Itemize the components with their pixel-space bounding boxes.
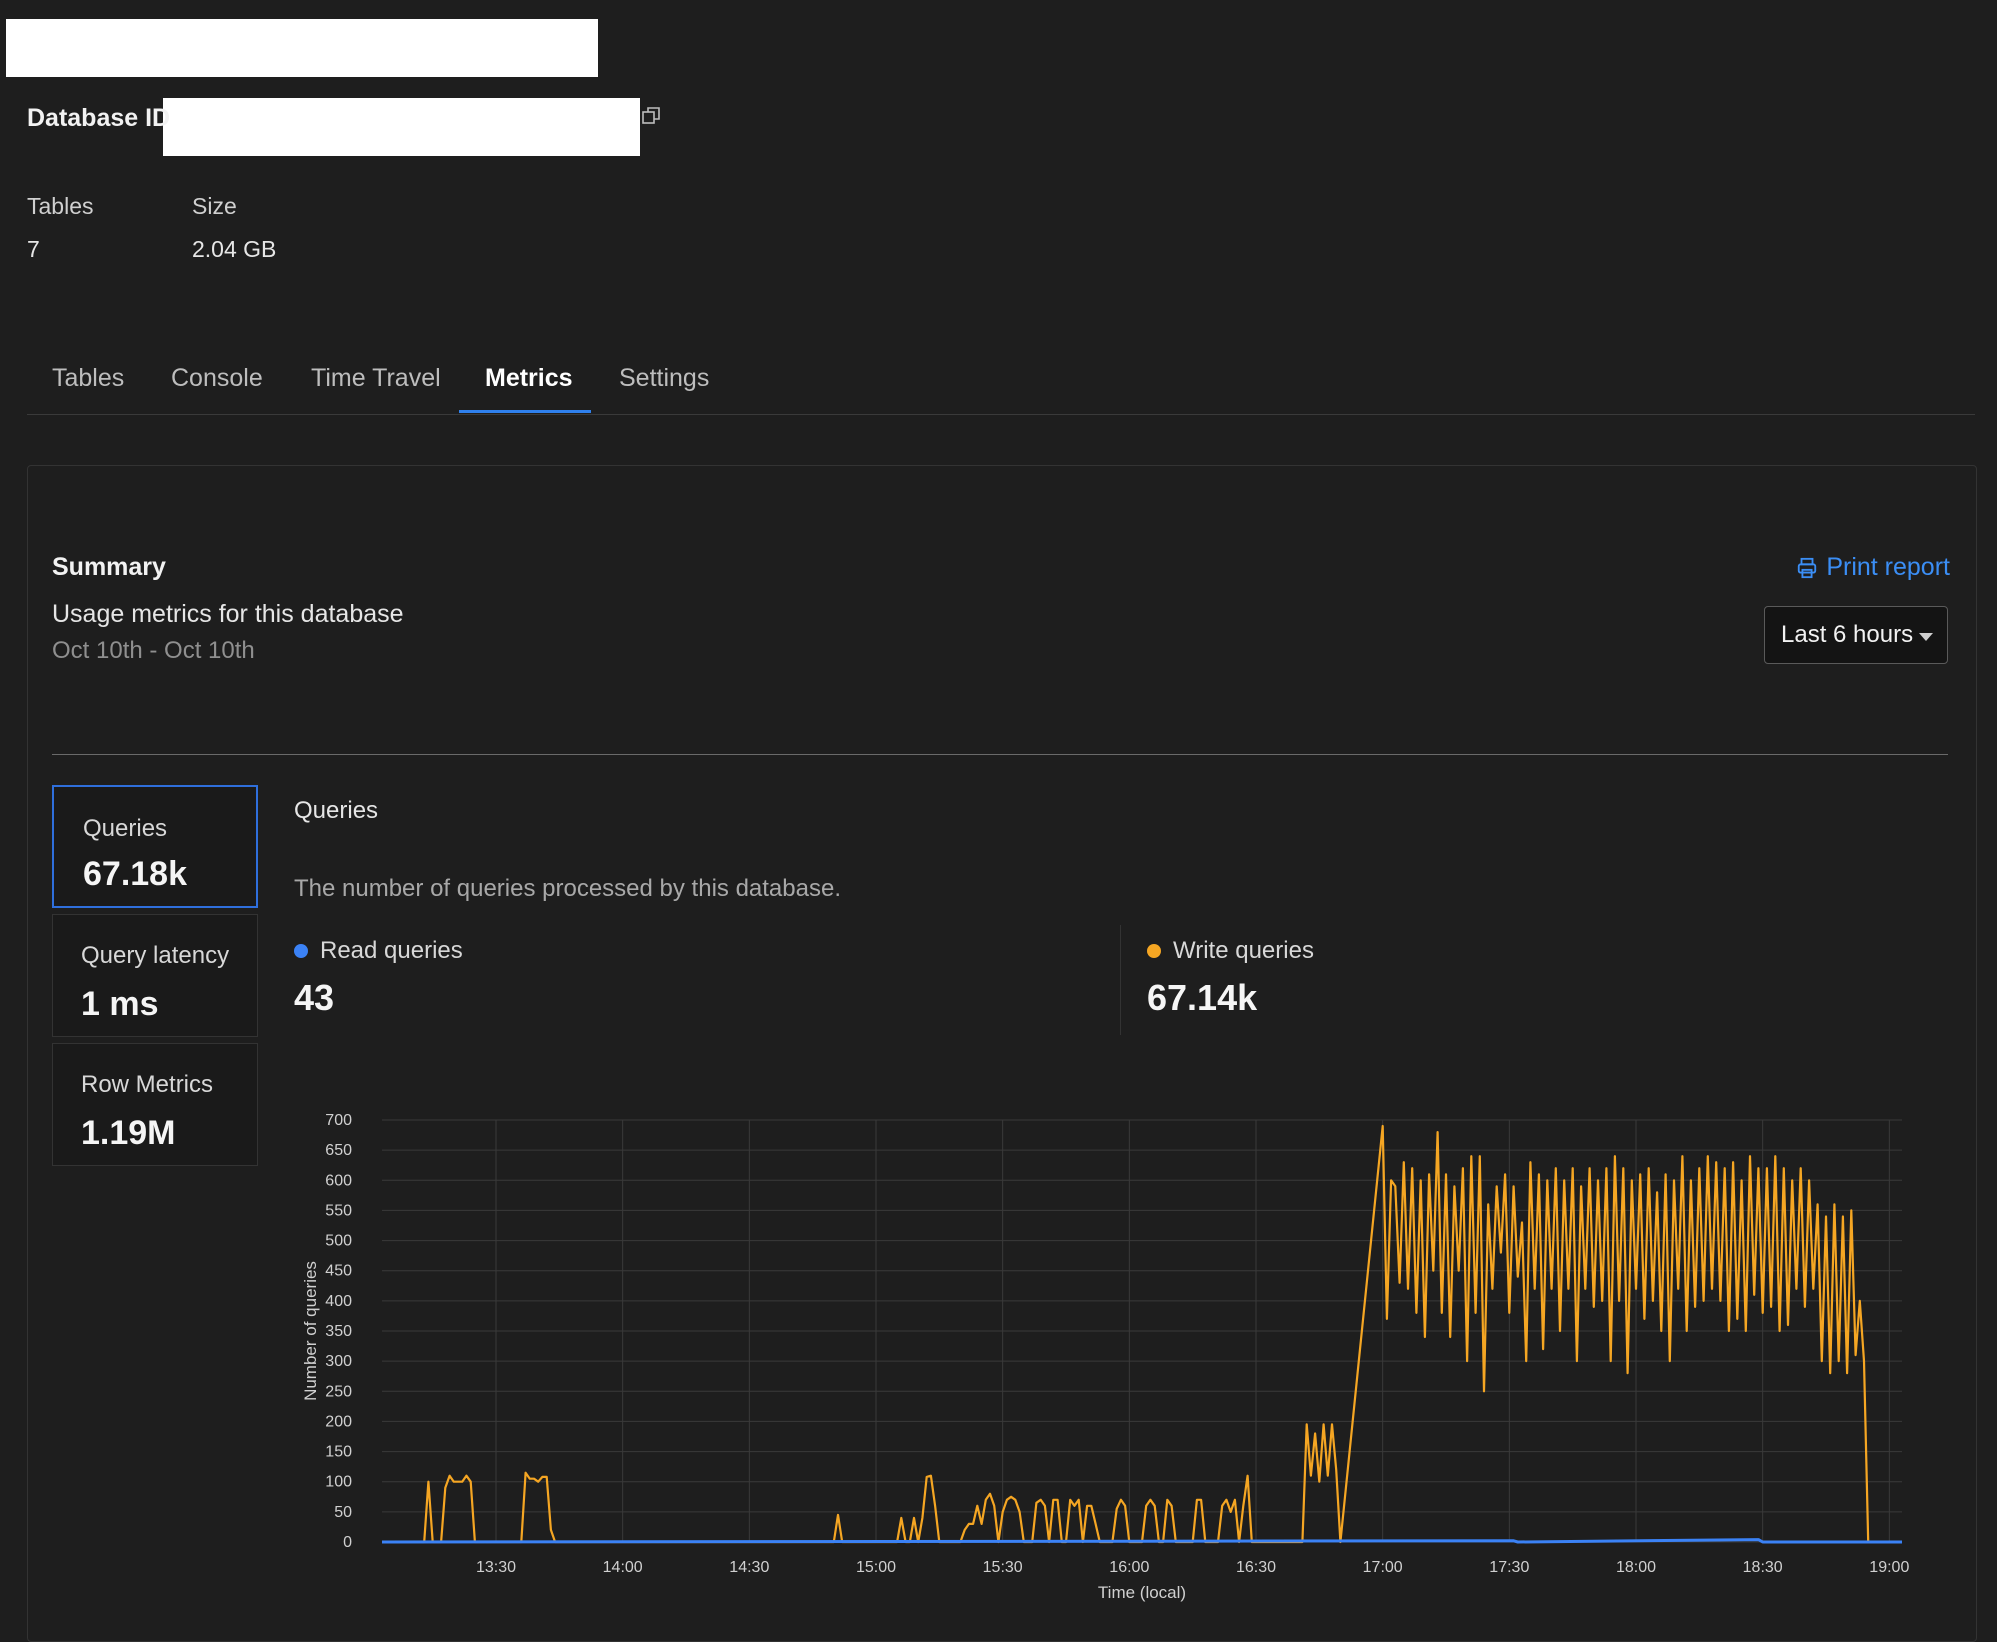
x-tick-label: 17:30 <box>1489 1559 1529 1576</box>
redacted-title <box>6 19 598 77</box>
metric-card-value: 67.18k <box>83 855 187 893</box>
y-tick-label: 50 <box>334 1504 352 1521</box>
stat-size-value: 2.04 GB <box>192 236 277 262</box>
y-tick-label: 500 <box>325 1233 352 1250</box>
y-tick-label: 550 <box>325 1202 352 1219</box>
legend-write-queries: Write queries <box>1147 937 1314 965</box>
legend-write-label: Write queries <box>1173 937 1314 964</box>
x-tick-label: 16:30 <box>1236 1559 1276 1576</box>
tab-bar: Tables Console Time Travel Metrics Setti… <box>27 352 1975 415</box>
metric-card-value: 1.19M <box>81 1114 176 1152</box>
y-tick-label: 350 <box>325 1323 352 1340</box>
time-range-value: Last 6 hours <box>1781 621 1914 648</box>
y-tick-label: 150 <box>325 1444 352 1461</box>
stat-tables-label: Tables <box>27 193 94 219</box>
queries-description: The number of queries processed by this … <box>294 875 841 902</box>
redacted-database-id <box>163 98 640 156</box>
legend-read-label: Read queries <box>320 937 463 964</box>
x-tick-label: 15:00 <box>856 1559 896 1576</box>
x-tick-label: 18:30 <box>1743 1559 1783 1576</box>
y-tick-label: 700 <box>325 1112 352 1129</box>
metric-card-query-latency[interactable]: Query latency 1 ms <box>52 914 258 1037</box>
summary-date-range: Oct 10th - Oct 10th <box>52 637 255 664</box>
y-tick-label: 400 <box>325 1293 352 1310</box>
write-dot-icon <box>1147 944 1161 958</box>
x-tick-label: 19:00 <box>1869 1559 1909 1576</box>
metric-card-value: 1 ms <box>81 985 159 1023</box>
x-tick-label: 14:30 <box>729 1559 769 1576</box>
metric-card-label: Query latency <box>81 942 230 969</box>
metric-card-queries[interactable]: Queries 67.18k <box>52 785 258 908</box>
x-tick-label: 17:00 <box>1363 1559 1403 1576</box>
x-axis-label: Time (local) <box>1098 1583 1186 1602</box>
stat-tables-value: 7 <box>27 236 40 262</box>
y-tick-label: 450 <box>325 1263 352 1280</box>
metric-card-label: Queries <box>83 815 168 842</box>
tab-metrics[interactable]: Metrics <box>485 364 573 393</box>
read-queries-value: 43 <box>294 977 335 1018</box>
write-queries-line <box>382 1124 1902 1544</box>
printer-icon <box>1798 557 1817 578</box>
tab-console[interactable]: Console <box>171 364 263 393</box>
y-tick-label: 300 <box>325 1353 352 1370</box>
x-tick-label: 13:30 <box>476 1559 516 1576</box>
y-tick-label: 0 <box>343 1534 352 1551</box>
y-tick-label: 200 <box>325 1413 352 1430</box>
section-divider <box>52 754 1948 755</box>
print-report-label: Print report <box>1826 553 1950 581</box>
legend-read-queries: Read queries <box>294 937 463 965</box>
y-tick-label: 100 <box>325 1474 352 1491</box>
tab-tables[interactable]: Tables <box>52 364 124 393</box>
metric-card-row-metrics[interactable]: Row Metrics 1.19M <box>52 1043 258 1166</box>
tab-settings[interactable]: Settings <box>619 364 709 393</box>
copy-icon[interactable] <box>640 104 664 128</box>
read-queries-line <box>381 1538 1902 1544</box>
tab-time-travel[interactable]: Time Travel <box>311 364 441 393</box>
metric-card-label: Row Metrics <box>81 1071 214 1098</box>
read-dot-icon <box>294 944 308 958</box>
x-tick-label: 15:30 <box>983 1559 1023 1576</box>
x-tick-label: 14:00 <box>603 1559 643 1576</box>
legend-separator <box>1120 925 1121 1035</box>
summary-title: Summary <box>52 553 166 581</box>
stat-size-label: Size <box>192 193 237 219</box>
y-tick-label: 250 <box>325 1383 352 1400</box>
time-range-select[interactable]: Last 6 hours <box>1764 606 1948 664</box>
database-id-label: Database ID <box>27 104 171 132</box>
write-queries-value: 67.14k <box>1147 977 1258 1018</box>
y-axis-label: Number of queries <box>301 1261 320 1401</box>
print-report-link[interactable]: Print report <box>1796 553 1950 582</box>
chevron-down-icon <box>1919 633 1933 641</box>
summary-subtitle: Usage metrics for this database <box>52 600 404 628</box>
queries-title: Queries <box>294 797 379 824</box>
x-tick-label: 16:00 <box>1109 1559 1149 1576</box>
active-tab-indicator <box>459 410 591 413</box>
queries-chart: 0 50 100 150 200 250 300 350 400 450 500 550 600 650 7… <box>301 1112 1909 1602</box>
x-tick-label: 18:00 <box>1616 1559 1656 1576</box>
y-tick-label: 600 <box>325 1172 352 1189</box>
y-tick-label: 650 <box>325 1142 352 1159</box>
